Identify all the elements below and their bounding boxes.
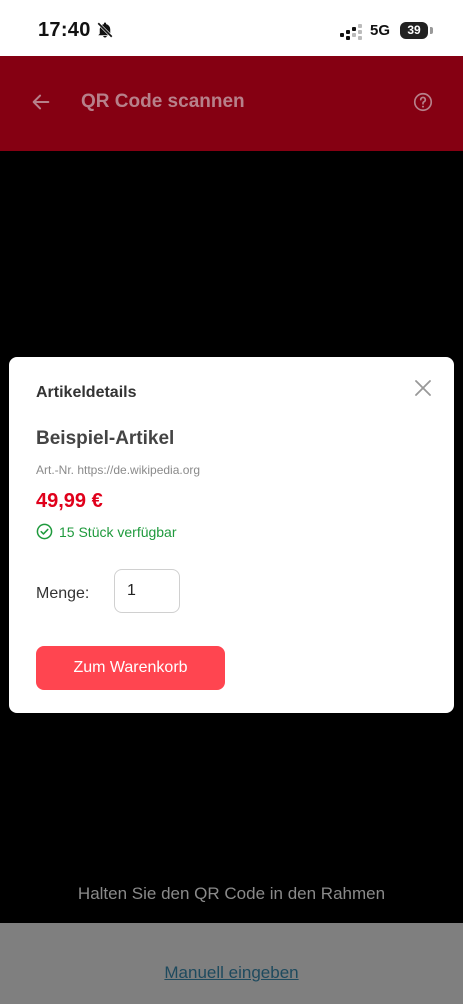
battery-cap xyxy=(430,27,433,34)
battery-icon: 39 xyxy=(400,22,428,39)
network-type: 5G xyxy=(370,22,391,39)
article-number: Art.-Nr. https://de.wikipedia.org xyxy=(36,463,201,477)
bell-off-icon xyxy=(97,22,113,38)
manual-entry-container: Manuell eingeben xyxy=(0,963,463,983)
modal-title: Artikeldetails xyxy=(36,384,137,401)
help-circle-icon[interactable] xyxy=(412,91,434,113)
stock-text: 15 Stück verfügbar xyxy=(59,524,177,540)
arrow-left-icon[interactable] xyxy=(30,91,52,113)
article-details-modal: Artikeldetails Beispiel-Artikel Art.-Nr.… xyxy=(9,357,454,713)
status-bar: 17:40 5G 39 xyxy=(0,0,463,56)
product-name: Beispiel-Artikel xyxy=(36,428,175,449)
page-title: QR Code scannen xyxy=(81,91,245,112)
close-icon[interactable] xyxy=(414,379,432,397)
check-circle-icon xyxy=(36,523,53,540)
product-price: 49,99 € xyxy=(36,490,103,512)
signal-icon xyxy=(340,24,362,40)
status-time: 17:40 xyxy=(38,19,91,41)
manual-entry-link[interactable]: Manuell eingeben xyxy=(164,963,298,982)
add-to-cart-button[interactable]: Zum Warenkorb xyxy=(36,646,225,690)
quantity-label: Menge: xyxy=(36,585,90,602)
scan-hint: Halten Sie den QR Code in den Rahmen xyxy=(77,884,386,903)
quantity-input[interactable] xyxy=(114,569,180,613)
